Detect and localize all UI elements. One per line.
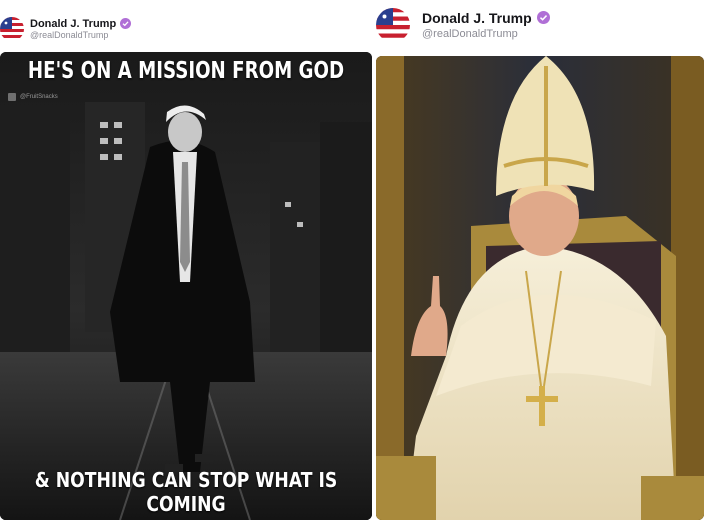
pope-portrait-image[interactable] (376, 56, 704, 520)
watermark: @FruitSnacks (8, 93, 58, 101)
post-card: Donald J. Trump @realDonaldTrump (374, 0, 704, 520)
post-card: Donald J. Trump @realDonaldTrump (0, 0, 372, 520)
author-handle[interactable]: @realDonaldTrump (30, 30, 131, 40)
meme-bottom-caption: & NOTHING CAN STOP WHAT IS COMING (34, 468, 338, 516)
watermark-logo-icon (8, 93, 16, 101)
verified-badge-icon (536, 11, 550, 25)
meme-top-caption: HE'S ON A MISSION FROM GOD (27, 58, 345, 84)
watermark-text: @FruitSnacks (20, 94, 58, 100)
author-display-name[interactable]: Donald J. Trump (30, 18, 116, 31)
verified-badge-icon (120, 18, 132, 30)
flag-avatar-icon[interactable] (0, 17, 24, 41)
author-display-name[interactable]: Donald J. Trump (422, 10, 532, 26)
post-header: Donald J. Trump @realDonaldTrump (376, 2, 550, 48)
author-handle[interactable]: @realDonaldTrump (422, 28, 550, 41)
post-header: Donald J. Trump @realDonaldTrump (0, 6, 132, 52)
flag-avatar-icon[interactable] (376, 8, 410, 42)
post-image[interactable]: HE'S ON A MISSION FROM GOD @FruitSnacks … (0, 52, 372, 520)
